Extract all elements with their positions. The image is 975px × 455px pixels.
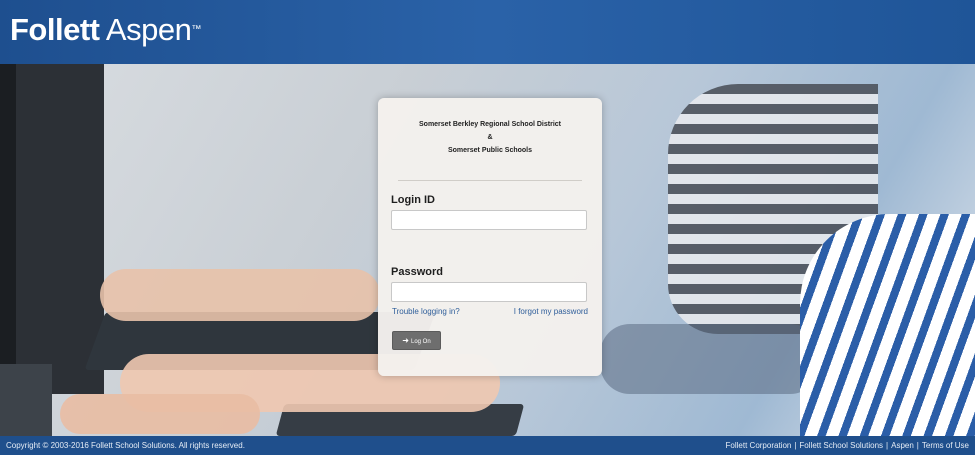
- footer-links: Follett Corporation | Follett School Solut…: [726, 436, 969, 455]
- login-panel: Somerset Berkley Regional School Distric…: [378, 98, 602, 376]
- logo-trademark: ™: [191, 24, 201, 35]
- login-id-input[interactable]: [391, 210, 587, 230]
- trouble-logging-in-link[interactable]: Trouble logging in?: [392, 307, 460, 316]
- follett-school-solutions-link[interactable]: Follett School Solutions: [799, 441, 883, 450]
- monitor-stand-shape: [0, 364, 52, 436]
- copyright-text: Copyright © 2003-2016 Follett School Sol…: [6, 441, 245, 450]
- logo-brand-bold: Follett: [10, 12, 100, 47]
- top-banner: Follett Aspen™: [0, 0, 975, 64]
- district-line-2: Somerset Public Schools: [447, 147, 533, 154]
- monitor-edge-shape: [0, 64, 16, 394]
- hand-shape: [60, 394, 260, 434]
- district-name: Somerset Berkley Regional School Distric…: [378, 118, 602, 157]
- sleeve-shape: [600, 324, 820, 394]
- striped-shirt-shape: [800, 214, 975, 436]
- footer-separator: |: [886, 441, 889, 450]
- terms-of-use-link[interactable]: Terms of Use: [922, 441, 969, 450]
- login-arrow-icon: ➜: [402, 336, 409, 345]
- district-ampersand: &: [487, 134, 493, 141]
- password-label: Password: [391, 266, 443, 278]
- footer-separator: |: [916, 441, 919, 450]
- forgot-password-link[interactable]: I forgot my password: [514, 307, 588, 316]
- district-line-1: Somerset Berkley Regional School Distric…: [419, 121, 561, 128]
- footer-bar: Copyright © 2003-2016 Follett School Sol…: [0, 436, 975, 455]
- aspen-link[interactable]: Aspen: [891, 441, 914, 450]
- log-on-label: Log On: [411, 339, 431, 345]
- arm-shape: [100, 269, 380, 321]
- logo-product-name: Aspen: [105, 12, 192, 47]
- follett-aspen-logo: Follett Aspen™: [10, 12, 201, 48]
- password-input[interactable]: [391, 282, 587, 302]
- panel-divider: [398, 180, 582, 181]
- login-id-label: Login ID: [391, 194, 435, 206]
- log-on-button[interactable]: ➜ Log On: [392, 331, 441, 350]
- follett-corporation-link[interactable]: Follett Corporation: [726, 441, 792, 450]
